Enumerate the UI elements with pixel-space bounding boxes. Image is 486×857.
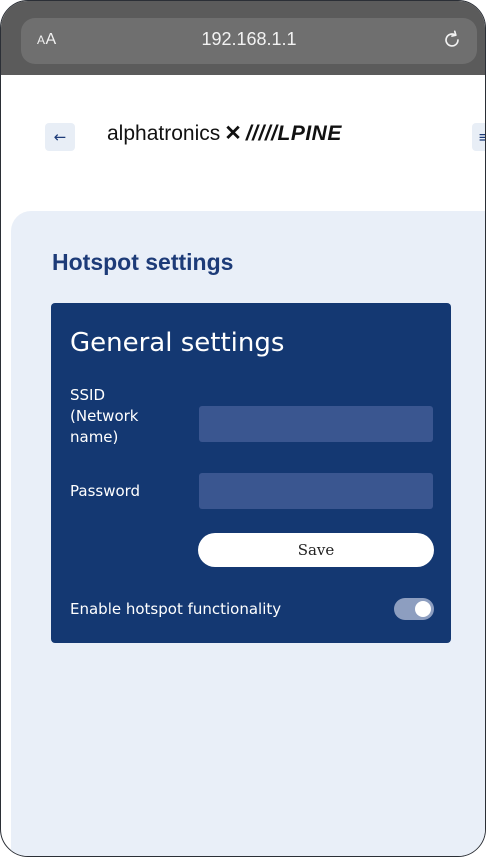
page-title: Hotspot settings (52, 249, 234, 275)
ssid-label: SSID (Network name) (70, 386, 139, 446)
brand-alphatronics: alphatronics (107, 122, 221, 145)
reload-icon[interactable] (441, 29, 463, 51)
hotspot-toggle-label: Enable hotspot functionality (70, 600, 282, 618)
brand-cross: ✕ (224, 122, 242, 145)
back-button[interactable]: ← (45, 123, 75, 151)
content-area: Hotspot settings General settings SSID (… (11, 211, 485, 856)
password-label: Password (70, 482, 141, 500)
hamburger-icon: ≡ (478, 128, 485, 146)
browser-toolbar: AA 192.168.1.1 (1, 1, 485, 75)
menu-button[interactable]: ≡ (472, 123, 485, 151)
brand-alpine: /////LPINE (245, 122, 342, 145)
url-text[interactable]: 192.168.1.1 (21, 29, 477, 50)
ssid-input[interactable] (199, 406, 433, 442)
password-input[interactable] (199, 473, 433, 509)
save-button[interactable]: Save (198, 533, 434, 567)
card-title: General settings (70, 328, 285, 358)
site-header: ← alphatronics✕/////LPINE ≡ (1, 75, 485, 211)
address-bar[interactable]: AA 192.168.1.1 (21, 18, 477, 64)
toggle-knob (415, 601, 431, 617)
brand-logo: alphatronics ✕/////LPINE (107, 121, 342, 146)
general-settings-card: General settings SSID (Network name) Pas… (51, 303, 451, 643)
back-arrow-icon: ← (53, 128, 67, 146)
hotspot-toggle[interactable] (394, 598, 434, 620)
phone-frame: AA 192.168.1.1 ← alphatronics ✕/////LPINE… (0, 0, 486, 857)
